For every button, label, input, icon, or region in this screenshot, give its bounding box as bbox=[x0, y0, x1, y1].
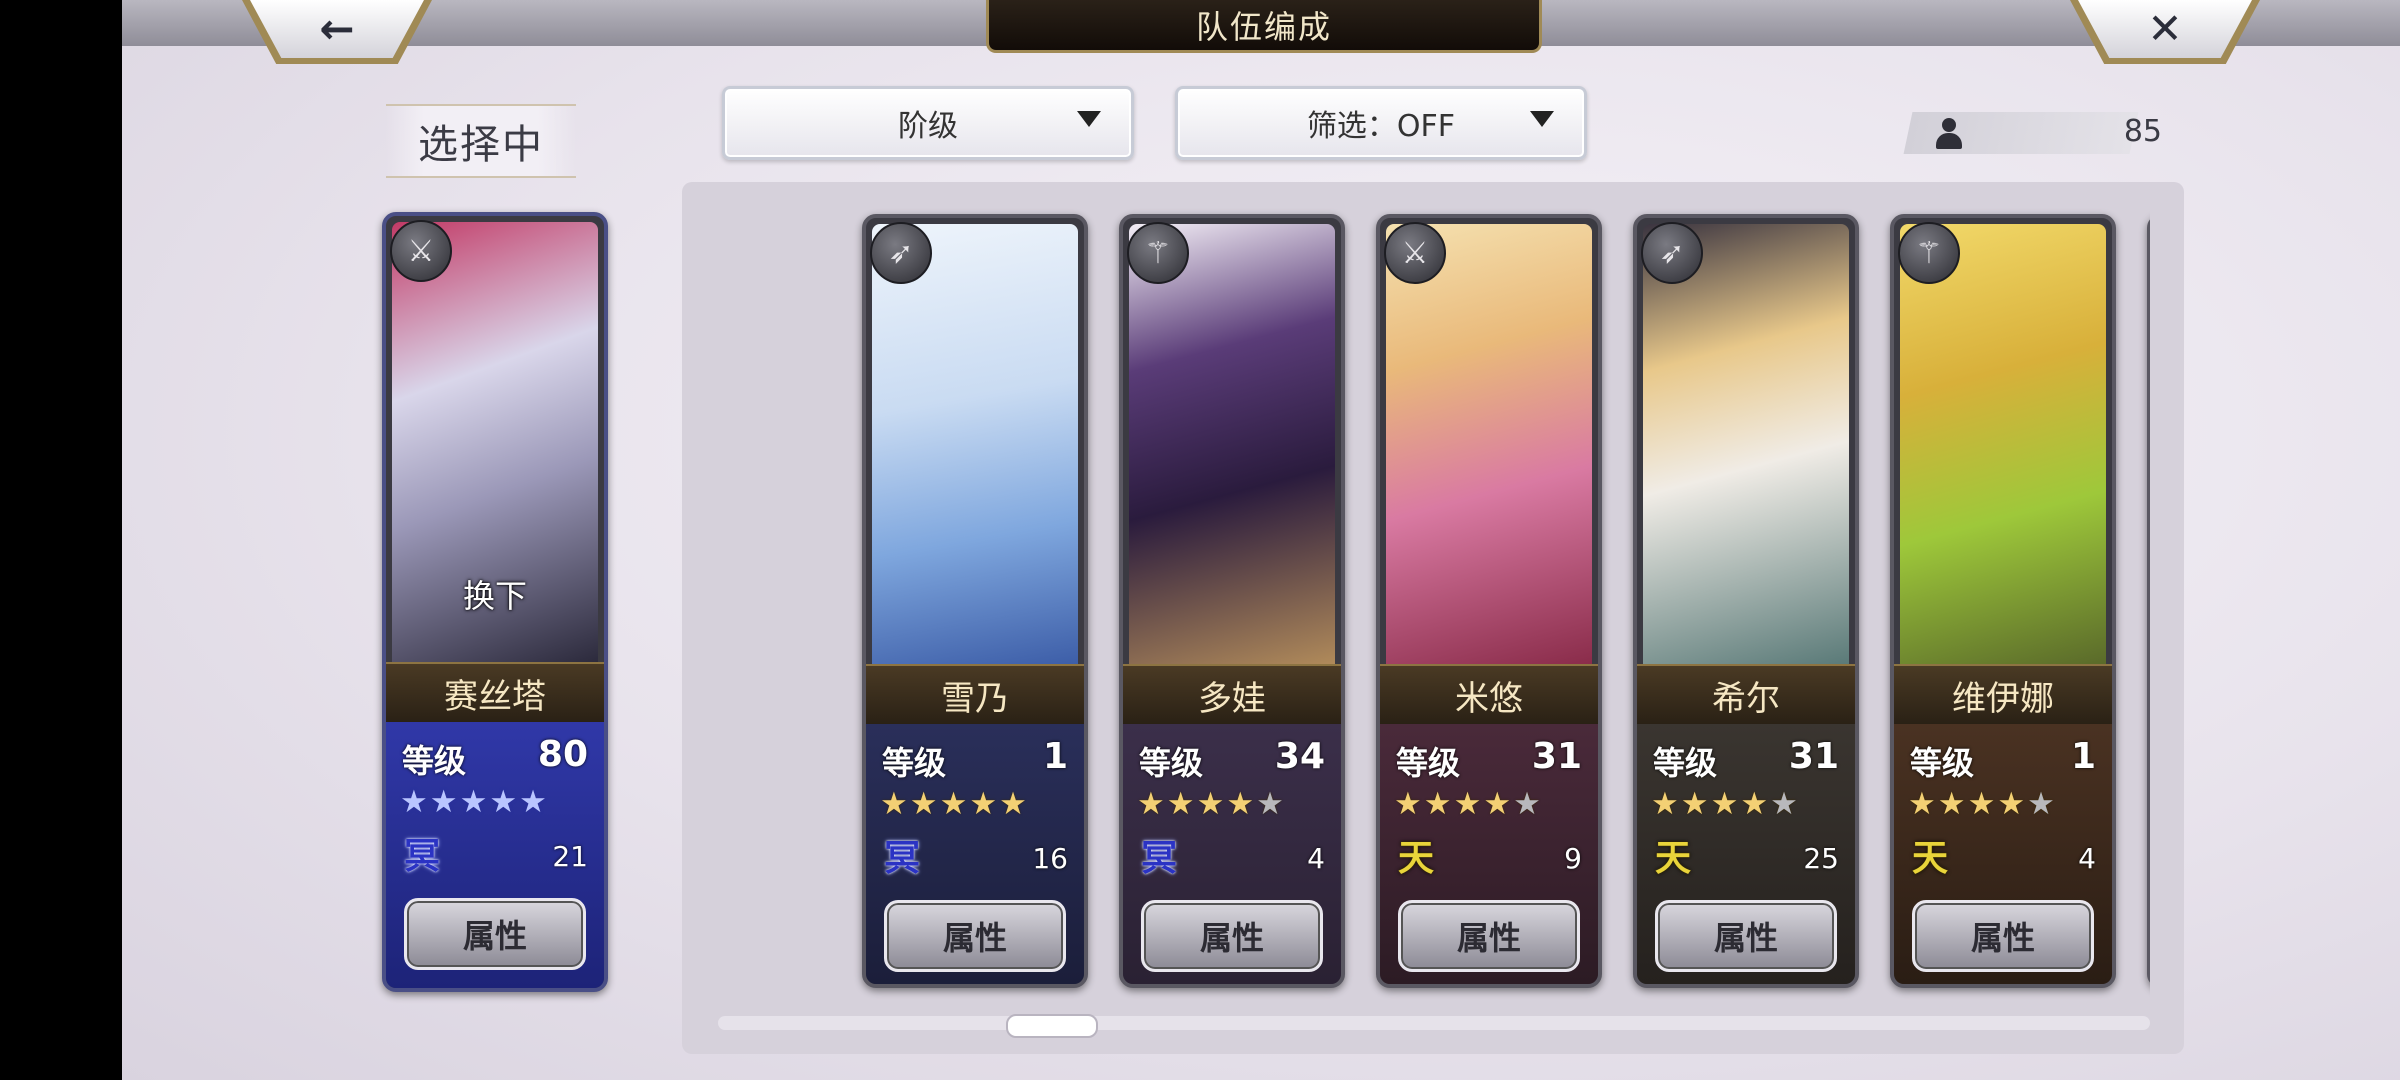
character-portrait bbox=[1900, 224, 2106, 664]
cost-value: 9 bbox=[1564, 842, 1582, 875]
character-card[interactable]: ⚚ 维伊娜 等级 1 ★★★★★ 天 4 属性 bbox=[1890, 214, 2116, 988]
filter-dropdown[interactable]: 筛选：OFF bbox=[1175, 86, 1587, 160]
sword-icon: ⚔ bbox=[390, 220, 452, 282]
character-card[interactable]: ⚔ 米悠 等级 31 ★★★★★ 天 9 属性 bbox=[1376, 214, 1602, 988]
character-portrait bbox=[1643, 224, 1849, 664]
level-label: 等级 bbox=[1910, 744, 1975, 782]
attribute-button[interactable]: 属性 bbox=[1912, 900, 2094, 972]
character-portrait bbox=[872, 224, 1078, 664]
sword-icon: ⚔ bbox=[1384, 222, 1446, 284]
level-label: 等级 bbox=[1396, 744, 1461, 782]
stars-filled: ★★★★ bbox=[1908, 786, 2028, 822]
page-title: 队伍编成 bbox=[986, 0, 1542, 53]
realm-badge: 天 bbox=[1397, 838, 1434, 879]
level-value: 1 bbox=[1042, 736, 1068, 777]
rarity-stars: ★★★★★ bbox=[1908, 786, 2057, 822]
realm-badge: 冥 bbox=[883, 838, 920, 879]
character-stats: 等级 31 ★★★★★ 天 25 属性 bbox=[1637, 724, 1855, 984]
selected-character-card[interactable]: ⚔ 换下 赛丝塔 等级 80 ★★★★★ 冥 21 属性 bbox=[382, 212, 608, 992]
character-stats: 等级 1 ★★★★★ 冥 16 属性 bbox=[866, 724, 1084, 984]
character-card[interactable]: ⚚ 仙 等级 ★★★ 冥 属 bbox=[2147, 214, 2150, 988]
cost-value: 16 bbox=[1032, 842, 1068, 875]
character-stats: 等级 31 ★★★★★ 天 9 属性 bbox=[1380, 724, 1598, 984]
sort-dropdown[interactable]: 阶级 bbox=[722, 86, 1134, 160]
selecting-label: 选择中 bbox=[386, 104, 576, 178]
rarity-stars: ★★★★★ bbox=[1651, 786, 1800, 822]
stars-empty: ★ bbox=[1770, 786, 1800, 822]
close-button[interactable]: ✕ bbox=[2070, 0, 2260, 64]
swap-label[interactable]: 换下 bbox=[386, 571, 604, 617]
character-stats: 等级 80 ★★★★★ 冥 21 属性 bbox=[386, 722, 604, 988]
character-name: 雪乃 bbox=[866, 664, 1084, 726]
attribute-button[interactable]: 属性 bbox=[1398, 900, 1580, 972]
character-card[interactable]: ⚚ 多娃 等级 34 ★★★★★ 冥 4 属性 bbox=[1119, 214, 1345, 988]
stars-empty: ★ bbox=[1513, 786, 1543, 822]
character-card[interactable]: ➶ 希尔 等级 31 ★★★★★ 天 25 属性 bbox=[1633, 214, 1859, 988]
level-label: 等级 bbox=[1139, 744, 1204, 782]
attribute-button[interactable]: 属性 bbox=[1655, 900, 1837, 972]
level-value: 31 bbox=[1531, 736, 1582, 777]
staff-icon: ⚚ bbox=[1898, 222, 1960, 284]
rarity-stars: ★★★★★ bbox=[400, 784, 549, 820]
level-label: 等级 bbox=[1653, 744, 1718, 782]
unit-count: 85 bbox=[2123, 114, 2162, 149]
cost-value: 25 bbox=[1803, 842, 1839, 875]
character-portrait bbox=[1386, 224, 1592, 664]
level-value: 31 bbox=[1788, 736, 1839, 777]
filter-dropdown-label: 筛选：OFF bbox=[1306, 109, 1456, 144]
cost-value: 4 bbox=[1307, 842, 1325, 875]
bow-icon: ➶ bbox=[870, 222, 932, 284]
character-name: 赛丝塔 bbox=[386, 662, 604, 724]
character-stats: 等级 1 ★★★★★ 天 4 属性 bbox=[1894, 724, 2112, 984]
character-name: 米悠 bbox=[1380, 664, 1598, 726]
scrollbar-thumb[interactable] bbox=[1006, 1014, 1098, 1038]
level-label: 等级 bbox=[402, 742, 467, 780]
cost-value: 21 bbox=[552, 840, 588, 873]
realm-badge: 天 bbox=[1654, 838, 1691, 879]
attribute-button[interactable]: 属性 bbox=[1141, 900, 1323, 972]
back-arrow-icon: ← bbox=[319, 4, 355, 53]
chevron-down-icon bbox=[1077, 111, 1101, 127]
level-value: 1 bbox=[2070, 736, 2096, 777]
character-name: 多娃 bbox=[1123, 664, 1341, 726]
attribute-button[interactable]: 属性 bbox=[884, 900, 1066, 972]
close-icon: ✕ bbox=[2147, 4, 2183, 53]
character-card[interactable]: ➶ 雪乃 等级 1 ★★★★★ 冥 16 属性 bbox=[862, 214, 1088, 988]
stars-filled: ★★★★ bbox=[1137, 786, 1257, 822]
rarity-stars: ★★★★★ bbox=[880, 786, 1029, 822]
staff-icon: ⚚ bbox=[1127, 222, 1189, 284]
game-screen: ← 队伍编成 ✕ 选择中 阶级 筛选：OFF 85 ⚔ 换下 赛丝塔 等级 80… bbox=[122, 0, 2400, 1080]
character-name: 维伊娜 bbox=[1894, 664, 2112, 726]
level-value: 34 bbox=[1274, 736, 1325, 777]
cost-value: 4 bbox=[2078, 842, 2096, 875]
level-label: 等级 bbox=[882, 744, 947, 782]
character-list[interactable]: ➶ 雪乃 等级 1 ★★★★★ 冥 16 属性 ⚚ 多娃 等级 34 ★★★★★… bbox=[702, 200, 2150, 1000]
realm-badge: 冥 bbox=[403, 836, 440, 877]
sort-dropdown-label: 阶级 bbox=[898, 109, 958, 144]
stars-filled: ★★★★★ bbox=[880, 786, 1029, 822]
character-name: 希尔 bbox=[1637, 664, 1855, 726]
stars-empty: ★ bbox=[1256, 786, 1286, 822]
back-button[interactable]: ← bbox=[242, 0, 432, 64]
bow-icon: ➶ bbox=[1641, 222, 1703, 284]
level-value: 80 bbox=[537, 734, 588, 775]
rarity-stars: ★★★★★ bbox=[1394, 786, 1543, 822]
stars-filled: ★★★★ bbox=[1394, 786, 1514, 822]
scrollbar-track[interactable] bbox=[718, 1016, 2150, 1030]
character-portrait bbox=[1129, 224, 1335, 664]
character-stats: 等级 34 ★★★★★ 冥 4 属性 bbox=[1123, 724, 1341, 984]
chevron-down-icon bbox=[1530, 111, 1554, 127]
stars-empty: ★ bbox=[2027, 786, 2057, 822]
stars-filled: ★★★★ bbox=[1651, 786, 1771, 822]
rarity-stars: ★★★★★ bbox=[1137, 786, 1286, 822]
realm-badge: 冥 bbox=[1140, 838, 1177, 879]
person-icon bbox=[1934, 118, 1964, 150]
attribute-button[interactable]: 属性 bbox=[404, 898, 586, 970]
realm-badge: 天 bbox=[1911, 838, 1948, 879]
